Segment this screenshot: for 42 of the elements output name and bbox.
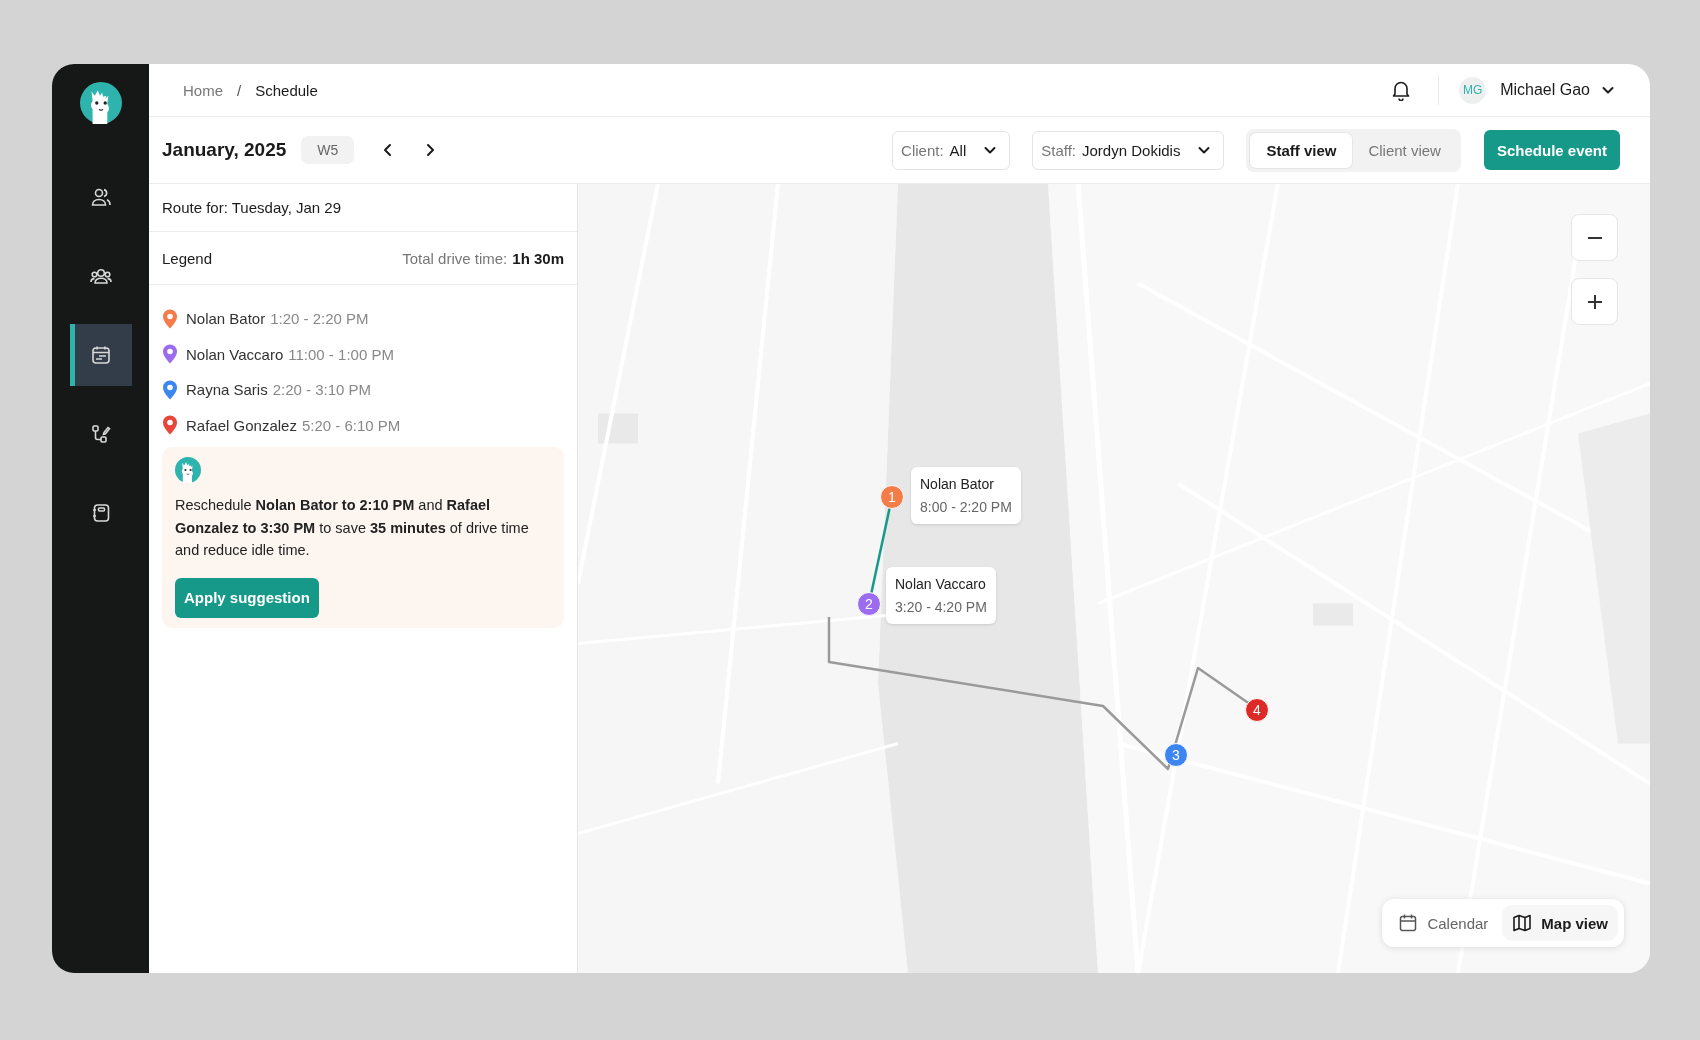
legend-title: Legend — [162, 249, 213, 267]
visit-time: 5:20 - 6:10 PM — [301, 416, 401, 434]
breadcrumb-item[interactable]: Home — [183, 81, 223, 99]
client-filter[interactable]: Client: All — [892, 130, 1011, 170]
route-title: Route for: Tuesday, Jan 29 — [162, 199, 341, 216]
client-name: Rayna Saris — [186, 381, 268, 399]
apply-suggestion-button[interactable]: Apply suggestion — [175, 577, 319, 618]
map-icon — [1512, 913, 1533, 933]
calendar-icon — [89, 344, 112, 366]
drive-time-label: Total drive time: — [402, 249, 508, 267]
view-tab[interactable]: Staff view — [1250, 132, 1353, 168]
view-mode-button[interactable]: Map view — [1502, 905, 1618, 941]
visit-time: 1:20 - 2:20 PM — [270, 310, 369, 328]
minus-icon — [1587, 236, 1602, 239]
zoom-in-button[interactable] — [1571, 278, 1618, 325]
breadcrumb-separator: / — [237, 81, 242, 99]
popup-time: 8:00 - 2:20 PM — [920, 499, 1012, 515]
popup-name: Nolan Vaccaro — [895, 576, 987, 592]
drive-time-value: 1h 30m — [512, 249, 564, 267]
llama-logo — [79, 82, 122, 124]
popup-time: 3:20 - 4:20 PM — [895, 599, 987, 615]
users-icon — [89, 186, 112, 208]
month-title: January, 2025 — [162, 139, 287, 161]
client-name: Nolan Vaccaro — [186, 345, 284, 363]
client-name: Rafael Gonzalez — [186, 416, 297, 434]
workflow-icon — [89, 423, 112, 445]
user-name[interactable]: Michael Gao — [1500, 81, 1590, 99]
suggestion-text: Reschedule Nolan Bator to 2:10 PM and Rafael Gonzalez to 3:30 PM to save 35 minutes of drive time and reduce idle time. — [175, 496, 530, 560]
view-tab[interactable]: Client view — [1352, 132, 1457, 168]
week-badge: W5 — [301, 136, 355, 164]
visit-time: 11:00 - 1:00 PM — [288, 345, 394, 363]
client-name: Nolan Bator — [186, 310, 266, 328]
plus-icon — [1587, 294, 1602, 309]
sidebar-item[interactable] — [69, 324, 132, 386]
calendar-icon — [1398, 913, 1419, 933]
llama-logo — [175, 457, 201, 483]
schedule-event-button[interactable]: Schedule event — [1483, 130, 1620, 170]
popup-name: Nolan Bator — [920, 476, 995, 492]
breadcrumb-item: Schedule — [255, 81, 318, 99]
visit-time: 2:20 - 3:10 PM — [272, 381, 372, 399]
staff-filter[interactable]: Staff: Jordyn Dokidis — [1032, 130, 1225, 170]
view-mode-button[interactable]: Calendar — [1388, 905, 1499, 941]
